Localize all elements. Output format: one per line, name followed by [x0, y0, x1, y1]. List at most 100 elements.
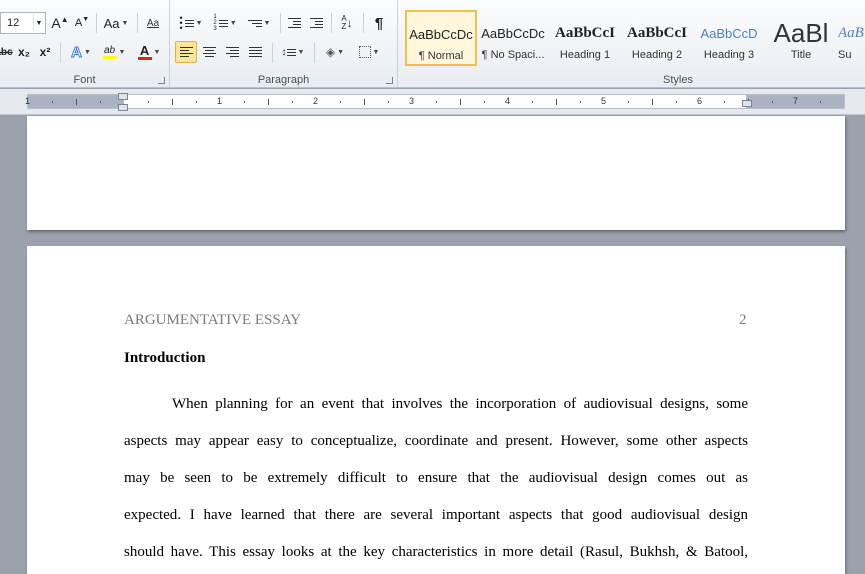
ruler-tick	[556, 99, 557, 105]
separator	[314, 43, 315, 63]
subscript-icon: x₂	[17, 45, 30, 59]
text-effects-icon: A	[71, 43, 83, 61]
style-name: Su	[838, 49, 852, 61]
ruler-tick	[76, 99, 77, 105]
separator	[96, 13, 97, 33]
clear-formatting-button[interactable]: Aa	[142, 12, 164, 34]
chevron-down-icon[interactable]: ▼	[33, 14, 44, 32]
styles-group-label: Styles	[663, 74, 693, 86]
style-name: Heading 2	[631, 49, 683, 61]
borders-button[interactable]: ▼	[354, 41, 384, 63]
style-heading-2[interactable]: AaBbCcI Heading 2	[621, 10, 693, 66]
ruler-tick	[364, 99, 365, 105]
style-normal[interactable]: AaBbCcDc ¶ Normal	[405, 10, 477, 66]
style-subtitle[interactable]: AaB Su	[837, 10, 865, 66]
shading-button[interactable]: ◈ ▼	[320, 41, 350, 63]
shading-icon: ◈	[325, 45, 336, 59]
first-line-indent-marker[interactable]	[118, 93, 128, 100]
sort-button[interactable]: A Z ↓	[336, 12, 358, 34]
paragraph-line: should have. This essay looks at the key…	[124, 544, 748, 560]
strikethrough-icon: abc	[0, 46, 13, 58]
decrease-indent-button[interactable]	[284, 12, 304, 34]
shrink-font-button[interactable]: A ▼	[72, 12, 92, 34]
paragraph-group: • • • ▼ 123 ▼ ▼ A Z ↓ ¶ ↕ ▼ ◈ ▼ ▼ Paragr…	[170, 0, 398, 87]
style-title[interactable]: AaBl Title	[765, 10, 837, 66]
style-heading-1[interactable]: AaBbCcI Heading 1	[549, 10, 621, 66]
ribbon: 12 ▼ A▲ A▼ Aa▼ Aa abc x₂ x² A▼	[0, 0, 865, 88]
grow-font-icon: A	[51, 15, 61, 31]
font-size-value: 12	[7, 17, 20, 29]
strikethrough-button[interactable]: abc	[0, 41, 14, 63]
ruler-number: 5	[601, 96, 607, 106]
align-right-button[interactable]	[221, 41, 243, 63]
ruler-number: 1	[217, 96, 223, 106]
style-sample: AaBbCcI	[554, 24, 615, 41]
align-left-icon	[179, 47, 193, 57]
change-case-icon: Aa	[103, 15, 120, 31]
separator	[60, 43, 61, 63]
horizontal-ruler[interactable]: 1 1 2 3 4 5 6 7	[25, 94, 845, 109]
increase-indent-button[interactable]	[306, 12, 326, 34]
ruler-tick	[268, 99, 269, 105]
font-color-button[interactable]: A ▼	[133, 41, 165, 63]
style-heading-3[interactable]: AaBbCcD Heading 3	[693, 10, 765, 66]
bullets-button[interactable]: • • • ▼	[176, 12, 206, 34]
ruler-tick	[460, 99, 461, 105]
font-size-field[interactable]: 12 ▼	[0, 12, 46, 34]
ruler-tick	[820, 101, 821, 103]
right-indent-marker[interactable]	[742, 100, 752, 107]
justify-icon	[248, 47, 262, 57]
page-2[interactable]: ARGUMENTATIVE ESSAY 2 Introduction When …	[27, 246, 845, 574]
style-name: Heading 1	[559, 49, 611, 61]
highlight-button[interactable]: ab ▼	[98, 41, 130, 63]
justify-button[interactable]	[244, 41, 266, 63]
subscript-button[interactable]: x₂	[14, 41, 34, 63]
ruler-tick	[172, 99, 173, 105]
body-paragraph[interactable]: When planning for an event that involves…	[124, 395, 748, 574]
ruler-tick	[340, 101, 341, 103]
multilevel-list-icon	[247, 19, 262, 27]
bullets-icon: • • •	[179, 12, 183, 33]
align-right-icon	[225, 47, 239, 57]
style-sample: AaBbCcDc	[481, 25, 545, 41]
separator	[272, 43, 273, 63]
paragraph-line: expected. I have learned that there are …	[124, 507, 748, 523]
ruler-tick	[676, 101, 677, 103]
superscript-icon: x²	[39, 45, 51, 59]
style-sample: AaBbCcI	[626, 24, 687, 41]
ruler-tick	[484, 101, 485, 103]
style-sample: AaBbCcDc	[409, 26, 473, 42]
show-formatting-button[interactable]: ¶	[368, 12, 390, 34]
style-name: ¶ No Spaci...	[481, 49, 545, 61]
grow-font-button[interactable]: A ▲	[50, 12, 70, 34]
font-dialog-launcher-icon[interactable]	[158, 77, 165, 84]
style-name: Title	[790, 49, 812, 61]
increase-indent-icon	[309, 18, 323, 28]
superscript-button[interactable]: x²	[35, 41, 55, 63]
decrease-indent-icon	[287, 18, 301, 28]
shrink-font-icon: A	[74, 17, 83, 29]
numbering-button[interactable]: 123 ▼	[210, 12, 240, 34]
style-no-spacing[interactable]: AaBbCcDc ¶ No Spaci...	[477, 10, 549, 66]
line-spacing-button[interactable]: ↕ ▼	[278, 41, 308, 63]
separator	[363, 13, 364, 33]
ruler-number: 4	[505, 96, 511, 106]
clear-formatting-icon: Aa	[146, 17, 160, 29]
paragraph-dialog-launcher-icon[interactable]	[386, 77, 393, 84]
left-indent-marker[interactable]	[118, 104, 128, 111]
ruler-number: 6	[697, 96, 703, 106]
styles-group: AaBbCcDc ¶ Normal AaBbCcDc ¶ No Spaci...…	[398, 0, 865, 87]
align-left-button[interactable]	[175, 41, 197, 63]
ruler-tick	[148, 101, 149, 103]
text-effects-button[interactable]: A ▼	[66, 41, 96, 63]
change-case-button[interactable]: Aa ▼	[101, 12, 131, 34]
multilevel-list-button[interactable]: ▼	[244, 12, 274, 34]
paragraph-line: may be seen to be extremely difficult to…	[124, 470, 748, 486]
ruler-tick	[196, 101, 197, 103]
ruler-tick	[436, 101, 437, 103]
page-1[interactable]	[27, 116, 845, 230]
numbering-icon: 123	[213, 14, 217, 32]
align-center-button[interactable]	[198, 41, 220, 63]
separator	[331, 13, 332, 33]
ruler-tick	[532, 101, 533, 103]
